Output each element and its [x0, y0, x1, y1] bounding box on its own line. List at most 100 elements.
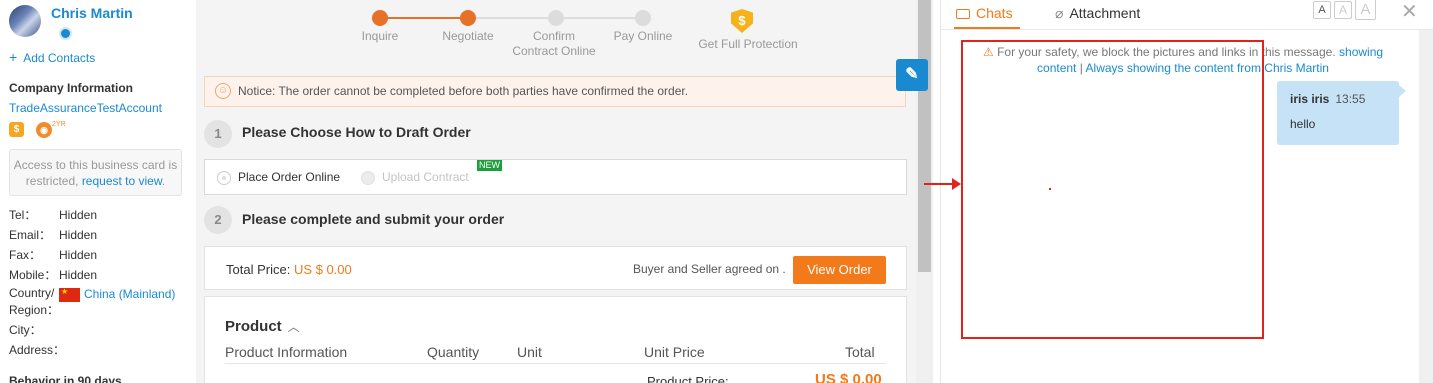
step-dot-inquire [372, 10, 388, 26]
info-row-mobile: Mobile： Hidden [9, 266, 97, 283]
step-label-inquire: Inquire [361, 29, 399, 43]
section-title-draft: Please Choose How to Draft Order [242, 124, 471, 140]
restricted-end: . [161, 174, 166, 188]
paperclip-icon: ⌀ [1055, 5, 1064, 21]
country-key-line1: Country/ [9, 286, 55, 300]
section-title-submit: Please complete and submit your order [242, 211, 505, 227]
info-value: Hidden [59, 268, 98, 282]
add-contacts-label: Add Contacts [23, 51, 96, 65]
radio-upload-contract[interactable] [361, 171, 375, 185]
trade-assurance-icon: $ [9, 122, 24, 137]
tab-attachment-label: Attachment [1069, 5, 1141, 21]
country-key-line2: Region： [9, 303, 60, 317]
product-title: Product [225, 318, 282, 335]
china-flag-icon [59, 287, 80, 302]
avatar[interactable] [9, 5, 41, 37]
help-edit-icon[interactable]: ✎ [896, 59, 928, 91]
annotation-highlight-box [961, 40, 1264, 339]
col-product-information: Product Information [225, 344, 348, 360]
tab-chats-label: Chats [976, 5, 1013, 21]
city-key: City： [9, 323, 42, 337]
radio-place-order-online[interactable] [217, 171, 231, 185]
order-notice: ☺ Notice: The order cannot be completed … [204, 76, 906, 107]
view-order-button[interactable]: View Order [793, 256, 886, 284]
chat-scrollbar[interactable] [1419, 30, 1433, 383]
col-quantity: Quantity [427, 344, 480, 360]
total-price-bar: Total Price: US $ 0.00 Buyer and Seller … [204, 246, 907, 290]
info-key: Tel： [9, 208, 37, 222]
address-key: Address： [9, 343, 66, 357]
info-row-tel: Tel： Hidden [9, 206, 97, 223]
product-price-label: Product Price: [647, 374, 729, 383]
total-price: Total Price: US $ 0.00 [226, 262, 352, 277]
draft-method-selector: Place Order Online Upload Contract NEW [204, 159, 907, 195]
main-scrollbar-thumb[interactable] [918, 0, 931, 272]
annotation-arrow-head [952, 178, 961, 190]
country-name: China (Mainland) [84, 287, 176, 301]
step-connector [475, 17, 555, 19]
message-bubble: iris iris 13:55 hello [1277, 81, 1406, 145]
step-label-confirm: Confirm Contract Online [512, 29, 596, 58]
request-to-view-link[interactable]: request to view [82, 174, 162, 188]
upload-contract-label[interactable]: Upload Contract [382, 170, 469, 184]
message-header: iris iris 13:55 [1290, 92, 1386, 106]
total-price-label: Total Price: [226, 262, 291, 277]
tab-attachment[interactable]: ⌀ Attachment [1055, 5, 1140, 22]
tab-chats[interactable]: Chats [956, 5, 1013, 21]
country-value[interactable]: China (Mainland) [59, 287, 175, 302]
contact-sidebar: Chris Martin + Add Contacts Company Infor… [0, 0, 196, 383]
section-number: 2 [204, 206, 232, 234]
chevron-up-icon[interactable]: ︿ [288, 320, 300, 334]
chat-tabs: Chats ⌀ Attachment A A A ✕ [941, 0, 1433, 30]
font-size-small-button[interactable]: A [1313, 1, 1331, 19]
company-name-link[interactable]: TradeAssuranceTestAccount [9, 101, 162, 115]
font-size-medium-button[interactable]: A [1334, 1, 1352, 19]
product-price-value: US $ 0.00 [815, 371, 882, 383]
info-row-fax: Fax： Hidden [9, 246, 97, 263]
annotation-arrow [924, 183, 954, 185]
message-sender: iris iris [1290, 92, 1330, 106]
contact-name[interactable]: Chris Martin [51, 5, 133, 21]
place-order-online-label[interactable]: Place Order Online [238, 170, 340, 184]
behavior-heading: Behavior in 90 days [9, 374, 122, 383]
col-total: Total [845, 344, 875, 360]
step-label-protection: Get Full Protection [698, 37, 798, 51]
info-key: Email： [9, 228, 52, 242]
product-section: Product ︿ Product Information Quantity Un… [204, 296, 907, 383]
step-connector [563, 17, 643, 19]
years-badge: 2YR [52, 121, 66, 128]
col-unit-price: Unit Price [644, 344, 705, 360]
gold-supplier-icon: ◉ [36, 122, 52, 138]
notice-icon: ☺ [215, 83, 231, 99]
close-icon[interactable]: ✕ [1401, 0, 1418, 24]
info-key: Mobile： [9, 268, 57, 282]
message-time: 13:55 [1335, 92, 1366, 106]
notice-text: Notice: The order cannot be completed be… [238, 84, 689, 98]
message-text: hello [1290, 117, 1316, 131]
company-info-heading: Company Information [9, 81, 134, 95]
col-unit: Unit [517, 344, 542, 360]
add-contacts-link[interactable]: + Add Contacts [9, 49, 95, 65]
section-number: 1 [204, 120, 232, 148]
step-label-pay: Pay Online [613, 29, 673, 43]
info-value: Hidden [59, 228, 98, 242]
restricted-card-notice: Access to this business card is restrict… [9, 149, 182, 196]
step-label-negotiate: Negotiate [442, 29, 494, 43]
table-divider [225, 363, 886, 364]
step-connector [387, 17, 467, 19]
info-value: Hidden [59, 248, 98, 262]
step-dot-confirm [548, 10, 564, 26]
order-panel: $ Inquire Negotiate Confirm Contract Onl… [196, 0, 928, 383]
annotation-dot [1049, 188, 1051, 190]
step-dot-negotiate [460, 10, 476, 26]
new-badge: NEW [477, 160, 502, 171]
online-status-icon [59, 27, 72, 40]
agreement-status: Buyer and Seller agreed on . [633, 262, 786, 276]
protection-shield-icon: $ [731, 9, 753, 33]
info-row-email: Email： Hidden [9, 226, 97, 243]
chat-icon [956, 9, 970, 20]
product-heading[interactable]: Product ︿ [225, 318, 300, 335]
font-size-large-button[interactable]: A [1355, 0, 1376, 20]
step-dot-pay [635, 10, 651, 26]
info-value: Hidden [59, 208, 98, 222]
